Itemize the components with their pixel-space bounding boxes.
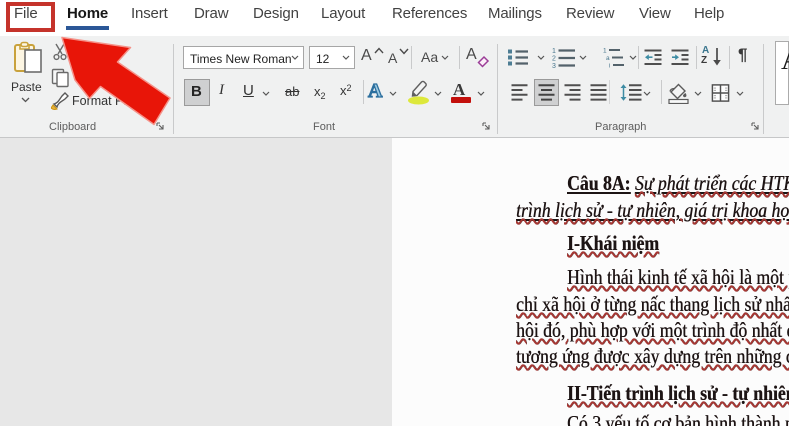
svg-text:i: i xyxy=(609,63,610,69)
svg-text:3: 3 xyxy=(552,63,556,68)
svg-text:1: 1 xyxy=(552,48,556,55)
svg-text:1: 1 xyxy=(603,48,607,55)
svg-text:a: a xyxy=(606,55,610,62)
svg-text:2: 2 xyxy=(552,56,556,63)
